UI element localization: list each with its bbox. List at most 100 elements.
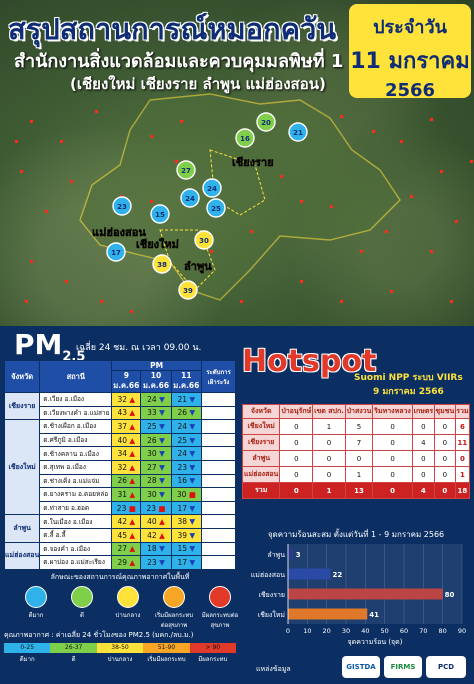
pm25-value: 45 ▲ [111,527,142,543]
fire-dot [180,120,183,123]
pm25-value-text: 28 [147,476,160,486]
pm25-value-text: 17 [177,557,190,567]
air-quality-legend: ลักษณะของสถานการณ์คุณภาพอากาศในพื้นที่ ด… [4,572,238,629]
fire-dot [100,300,103,303]
pm25-value: 37 ▲ [111,419,142,434]
trend-stable-icon: ■ [128,503,136,513]
pm25-value: 28 ▼ [140,473,172,489]
pm25-value: 38 ▼ [170,514,203,529]
footer: แหล่งข้อมูล GISTDA FIRMS PCD [242,652,470,680]
x-tick-label: 50 [381,627,389,635]
hotspot-col: เกษตร [411,404,435,419]
trend-down-icon: ▼ [159,449,165,459]
map-label-chiangmai: เชียงใหม่ [136,237,179,251]
trend-down-icon: ▼ [159,489,165,499]
pm25-province: ลำพูน [3,514,41,543]
hotspot-province: รวม [241,482,281,499]
x-tick-label: 10 [303,627,311,635]
pm25-value: 26 ▲ [111,473,142,489]
pm25-station: ต.จองคำ อ.เมือง [39,541,113,557]
hotspot-value: 0 [312,466,346,483]
legend-label: เริ่มมีผลกระทบต่อสุขภาพ [154,612,194,629]
pm25-value-text: 31 [117,489,130,499]
station-value: 21 [293,129,303,137]
pm25-value-text: 25 [147,421,160,431]
bar-value-label: 22 [333,571,343,579]
hotspot-province: เชียงใหม่ [241,418,281,435]
pm25-station: ต.ลี้ อ.ลี้ [39,527,113,543]
trend-down-icon: ▼ [159,394,165,404]
hotspot-value: 18 [454,482,471,499]
trend-up-icon: ▲ [129,394,136,404]
bar-category-label: เชียงใหม่ [258,610,285,619]
pm25-station: ต.ยางคราม อ.ดอยหล่อ [39,487,113,502]
hotspot-value: 4 [411,434,435,451]
hotspot-province: แม่ฮ่องสอน [241,466,281,483]
pm25-row: ต.ลี้ อ.ลี้ 45 ▲ 42 ▲ 39 ▼ [5,527,236,543]
date-box: ประจำวัน 11 มกราคม 2566 [349,4,471,101]
station-value: 20 [261,119,271,127]
pm25-value-text: 42 [147,530,160,540]
trend-up-icon: ▲ [129,462,136,472]
hotspot-subtitle: Suomi NPP ระบบ VIIRs 9 มกราคม 2566 [354,370,463,398]
fire-dot [20,170,23,173]
bar [288,568,331,580]
pm25-value: 25 ▼ [170,432,203,448]
trend-up-icon: ▲ [129,530,136,540]
hotspot-value: 0 [279,466,314,483]
bar [288,608,368,620]
pm25-value-text: 29 [117,557,130,567]
pm25-value: 31 ▲ [111,487,142,502]
firms-logo: FIRMS [384,656,422,678]
hotspot-table: จังหวัด ป่าอนุรักษ์ เขต สปก. ป่าสงวน ริมทางห… [241,404,471,499]
pm25-province: เชียงใหม่ [3,419,41,516]
hotspot-province: เชียงราย [241,434,281,451]
source-label: แหล่งข้อมูล [256,665,291,673]
hotspot-row: เชียงราย 0 0 7 0 4 0 11 [241,434,471,451]
trend-down-icon: ▼ [189,408,196,418]
col-day2: 10 ม.ค.66 [140,370,172,393]
bar-category-label: ลำพูน [267,551,285,559]
hotspot-value: 0 [344,450,374,467]
hotspot-value: 0 [433,466,456,483]
pm25-row: แม่ฮ่องสอน ต.จองคำ อ.เมือง 27 ▲ 18 ▼ 15 ▼ [3,541,236,570]
pm25-value: 42 ▲ [140,527,172,543]
fire-dot [390,290,393,293]
pm25-province: แม่ฮ่องสอน [3,541,41,570]
fire-dot [95,110,98,113]
station-value: 39 [183,287,193,295]
legend-face-icon [25,586,47,608]
hotspot-value: 0 [372,450,413,467]
pm25-value-text: 27 [117,544,130,554]
hotspot-value: 0 [411,450,435,467]
scale-label: ดี [71,656,76,663]
fire-dot [340,300,343,303]
legend-face-icon [163,586,185,608]
pm25-station: ต.เวียง อ.เมือง [39,392,113,407]
gistda-logo: GISTDA [342,656,380,678]
pm25-value: 34 ▲ [111,446,142,461]
fire-dot [430,250,433,253]
pm25-value-text: 43 [117,408,130,418]
hotspot-value: 0 [411,418,435,435]
legend-title: ลักษณะของสถานการณ์คุณภาพอากาศในพื้นที่ [50,573,190,581]
pm25-station: ต.ท่าสาย อ.ฮอด [39,500,113,516]
fire-dot [240,300,243,303]
trend-up-icon: ▲ [129,408,136,418]
hotspot-col: จังหวัด [241,404,281,419]
fire-dot [150,135,153,138]
hotspot-value: 0 [433,450,456,467]
pm25-advice [201,487,236,502]
pm25-row: ต.ยางคราม อ.ดอยหล่อ 31 ▲ 30 ▼ 30 ■ [5,487,236,502]
pm25-value: 30 ▼ [140,487,172,502]
trend-down-icon: ▼ [189,449,196,459]
station-value: 15 [155,211,165,219]
date-label: ประจำวัน [373,17,447,38]
x-tick-label: 70 [419,627,427,635]
pm25-table-body: เชียงราย ต.เวียง อ.เมือง 32 ▲ 24 ▼ 21 ▼ ต.เวี… [3,391,236,570]
scale-range: > 90 [189,643,237,653]
hotspot-value: 11 [454,434,471,451]
hotspot-value: 0 [372,482,413,499]
pm25-value-text: 38 [177,517,190,527]
trend-down-icon: ▼ [189,421,196,431]
